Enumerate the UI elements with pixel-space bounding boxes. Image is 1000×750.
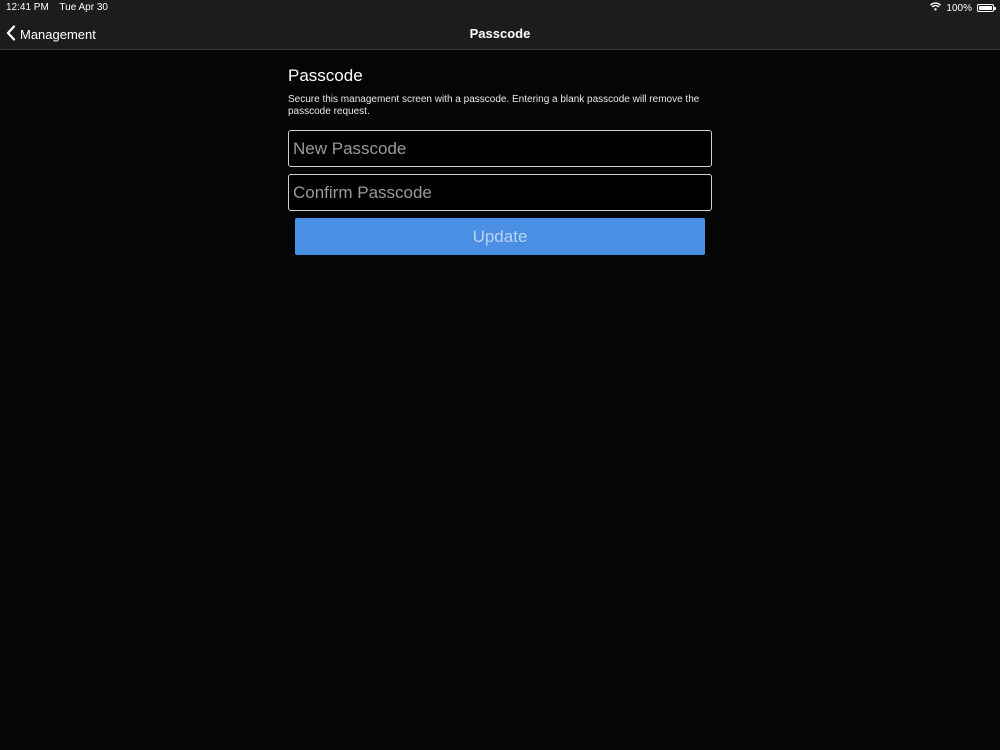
wifi-icon [930,2,942,14]
status-bar: 12:41 PM Tue Apr 30 100% [0,0,1000,16]
passcode-form: Passcode Secure this management screen w… [288,66,712,255]
section-description: Secure this management screen with a pas… [288,94,700,117]
navigation-bar: Management Passcode [0,16,1000,50]
update-button[interactable]: Update [295,218,705,255]
battery-percent: 100% [946,2,972,14]
status-date: Tue Apr 30 [59,2,108,13]
battery-icon [977,4,996,12]
status-right: 100% [930,2,996,14]
status-left: 12:41 PM Tue Apr 30 [6,2,116,13]
page-title: Passcode [469,26,531,41]
confirm-passcode-input[interactable] [288,174,712,211]
new-passcode-input[interactable] [288,130,712,167]
section-title: Passcode [288,66,363,85]
status-time: 12:41 PM [6,2,49,13]
